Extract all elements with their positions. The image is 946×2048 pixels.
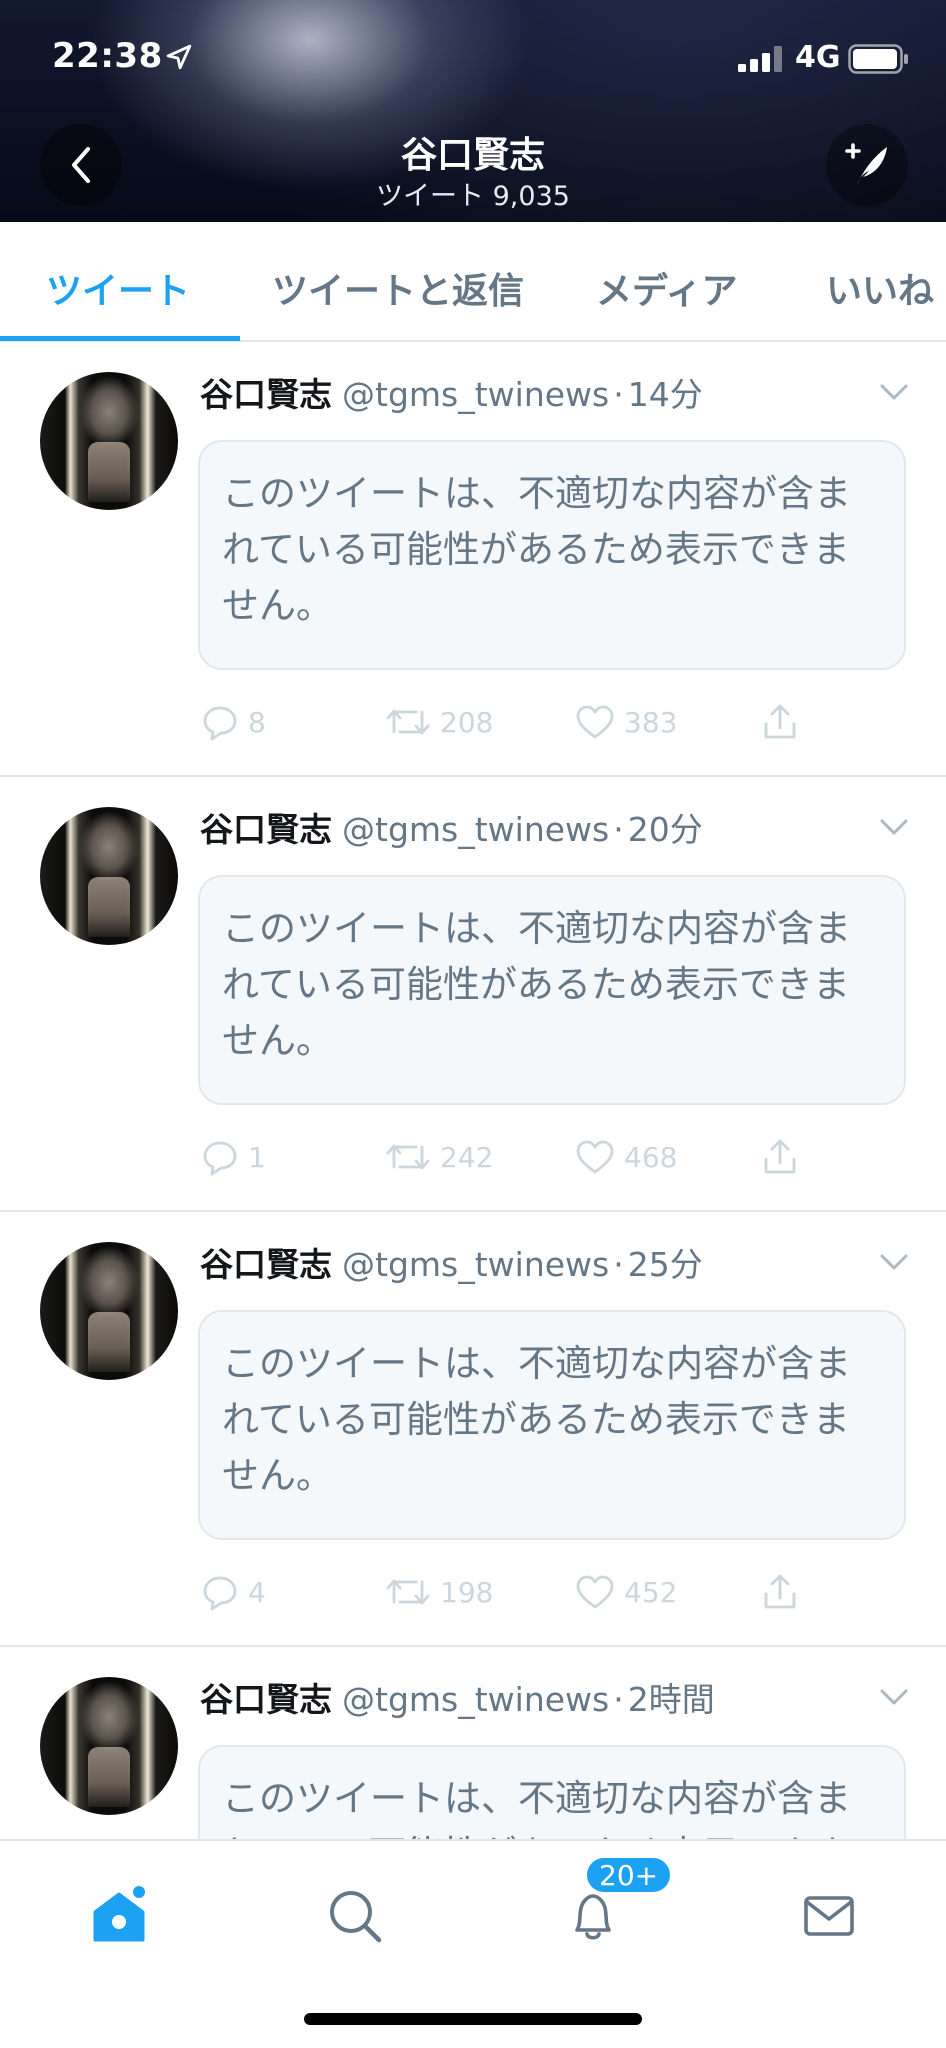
share-icon xyxy=(764,1139,796,1174)
profile-name-title: 谷口賢志 xyxy=(400,135,545,176)
retweet-count: 242 xyxy=(440,1140,494,1174)
share-button[interactable] xyxy=(760,702,808,742)
home-indicator[interactable] xyxy=(304,2013,642,2025)
author-name: 谷口賢志 xyxy=(200,375,332,414)
like-button[interactable]: 383 xyxy=(574,702,677,742)
chevron-down-icon[interactable] xyxy=(878,817,910,837)
author-name: 谷口賢志 xyxy=(200,1680,332,1719)
retweet-icon xyxy=(386,1144,430,1170)
share-icon xyxy=(764,704,796,739)
tweet-item[interactable]: 谷口賢志 @tgms_twinews · 25分 このツイートは、不適切な内容が含まれ… xyxy=(0,1212,946,1647)
like-count: 383 xyxy=(624,705,678,739)
profile-tabs: ツイート ツイートと返信 メディア いいね xyxy=(0,222,946,342)
tweet-item[interactable]: 谷口賢志 @tgms_twinews·2時間 このツイートは、不適切な内容が含まれ… xyxy=(0,1647,946,1839)
separator-dot: · xyxy=(613,1680,624,1719)
separator-dot: · xyxy=(613,1245,624,1284)
tweet-item[interactable]: 谷口賢志 @tgms_twinews · 20分 このツイートは、不適切な内容が含まれ… xyxy=(0,777,946,1212)
reply-icon xyxy=(203,1576,237,1611)
chevron-down-icon[interactable] xyxy=(878,382,910,402)
author-handle: @tgms_twinews xyxy=(342,1680,610,1719)
retweet-button[interactable]: 208 xyxy=(384,702,493,742)
heart-icon xyxy=(576,705,614,739)
separator-dot: · xyxy=(613,375,624,414)
retweet-icon xyxy=(386,709,430,735)
tab-likes[interactable]: いいね xyxy=(826,262,934,314)
author-name: 谷口賢志 xyxy=(200,1245,332,1284)
tab-tweets[interactable]: ツイート xyxy=(46,262,190,314)
home-icon xyxy=(93,1886,145,1942)
reply-count: 1 xyxy=(248,1140,266,1174)
chevron-down-icon[interactable] xyxy=(878,1687,910,1707)
compose-tweet-button[interactable] xyxy=(826,124,908,206)
like-button[interactable]: 468 xyxy=(574,1137,677,1177)
avatar[interactable] xyxy=(40,807,178,945)
like-count: 452 xyxy=(624,1575,678,1609)
active-tab-indicator xyxy=(0,336,240,341)
reply-count: 4 xyxy=(248,1575,266,1609)
withheld-tweet-notice: このツイートは、不適切な内容が含まれている可能性があるため表示できません。 xyxy=(198,875,906,1105)
heart-icon xyxy=(576,1140,614,1174)
network-type: 4G xyxy=(795,40,841,75)
avatar[interactable] xyxy=(40,1677,178,1815)
tab-tweets-and-replies[interactable]: ツイートと返信 xyxy=(272,262,524,314)
tab-home[interactable] xyxy=(84,1881,154,1951)
avatar[interactable] xyxy=(40,372,178,510)
bell-icon xyxy=(575,1894,611,1940)
retweet-button[interactable]: 242 xyxy=(384,1137,493,1177)
mail-icon xyxy=(804,1896,854,1936)
tweet-actions: 4 198 452 xyxy=(200,1572,820,1622)
tweet-time: 14分 xyxy=(627,375,703,414)
tweet-header: 谷口賢志 @tgms_twinews · 20分 xyxy=(200,803,703,851)
share-button[interactable] xyxy=(760,1137,808,1177)
author-handle: @tgms_twinews xyxy=(342,1245,610,1284)
reply-button[interactable]: 8 xyxy=(200,702,266,742)
separator-dot: · xyxy=(613,810,624,849)
chevron-down-icon[interactable] xyxy=(878,1252,910,1272)
like-button[interactable]: 452 xyxy=(574,1572,677,1612)
reply-count: 8 xyxy=(248,705,266,739)
tab-media[interactable]: メディア xyxy=(596,262,737,314)
battery-icon xyxy=(848,44,908,74)
withheld-tweet-notice: このツイートは、不適切な内容が含まれている可能性があるため表示できません。 xyxy=(198,1310,906,1540)
author-handle: @tgms_twinews xyxy=(342,375,610,414)
tab-search[interactable] xyxy=(320,1881,390,1951)
compose-feather-icon xyxy=(845,143,887,185)
cellular-signal-icon xyxy=(738,46,782,72)
status-time: 22:38 xyxy=(52,36,163,76)
retweet-button[interactable]: 198 xyxy=(384,1572,493,1612)
profile-header: 22:38 4G 谷口賢志 ツイート 9,035 xyxy=(0,0,946,222)
retweet-count: 208 xyxy=(440,705,494,739)
status-bar: 22:38 4G xyxy=(0,0,946,110)
tweet-time: 25分 xyxy=(627,1245,703,1284)
timeline[interactable]: 谷口賢志 @tgms_twinews · 14分 このツイートは、不適切な内容が含まれ… xyxy=(0,342,946,1839)
reply-button[interactable]: 4 xyxy=(200,1572,266,1612)
tweet-actions: 8 208 383 xyxy=(200,702,820,752)
tweet-time: 2時間 xyxy=(627,1680,715,1719)
location-arrow-icon xyxy=(166,44,192,70)
share-button[interactable] xyxy=(760,1572,808,1612)
tab-messages[interactable] xyxy=(794,1881,864,1951)
tweet-header: 谷口賢志 @tgms_twinews · 2時間 xyxy=(200,1673,715,1721)
author-name: 谷口賢志 xyxy=(200,810,332,849)
withheld-tweet-notice: このツイートは、不適切な内容が含まれている可能性があるため表示できません。 xyxy=(198,440,906,670)
tweet-item[interactable]: 谷口賢志 @tgms_twinews · 14分 このツイートは、不適切な内容が含まれ… xyxy=(0,342,946,777)
withheld-tweet-notice: このツイートは、不適切な内容が含まれている可能性があるため表示できません。 xyxy=(198,1745,906,1839)
retweet-count: 198 xyxy=(440,1575,494,1609)
search-icon xyxy=(330,1891,382,1943)
reply-icon xyxy=(203,706,237,741)
like-count: 468 xyxy=(624,1140,678,1174)
author-handle: @tgms_twinews xyxy=(342,810,610,849)
reply-button[interactable]: 1 xyxy=(200,1137,266,1177)
avatar[interactable] xyxy=(40,1242,178,1380)
tweet-actions: 1 242 468 xyxy=(200,1137,820,1187)
tweet-header: 谷口賢志 @tgms_twinews · 14分 xyxy=(200,368,703,416)
notification-badge: 20+ xyxy=(584,1855,674,1895)
tweet-count: ツイート 9,035 xyxy=(376,181,570,212)
tweet-header: 谷口賢志 @tgms_twinews · 25分 xyxy=(200,1238,703,1286)
share-icon xyxy=(764,1574,796,1609)
heart-icon xyxy=(576,1575,614,1609)
reply-icon xyxy=(203,1141,237,1176)
tweet-time: 20分 xyxy=(627,810,703,849)
retweet-icon xyxy=(386,1579,430,1605)
